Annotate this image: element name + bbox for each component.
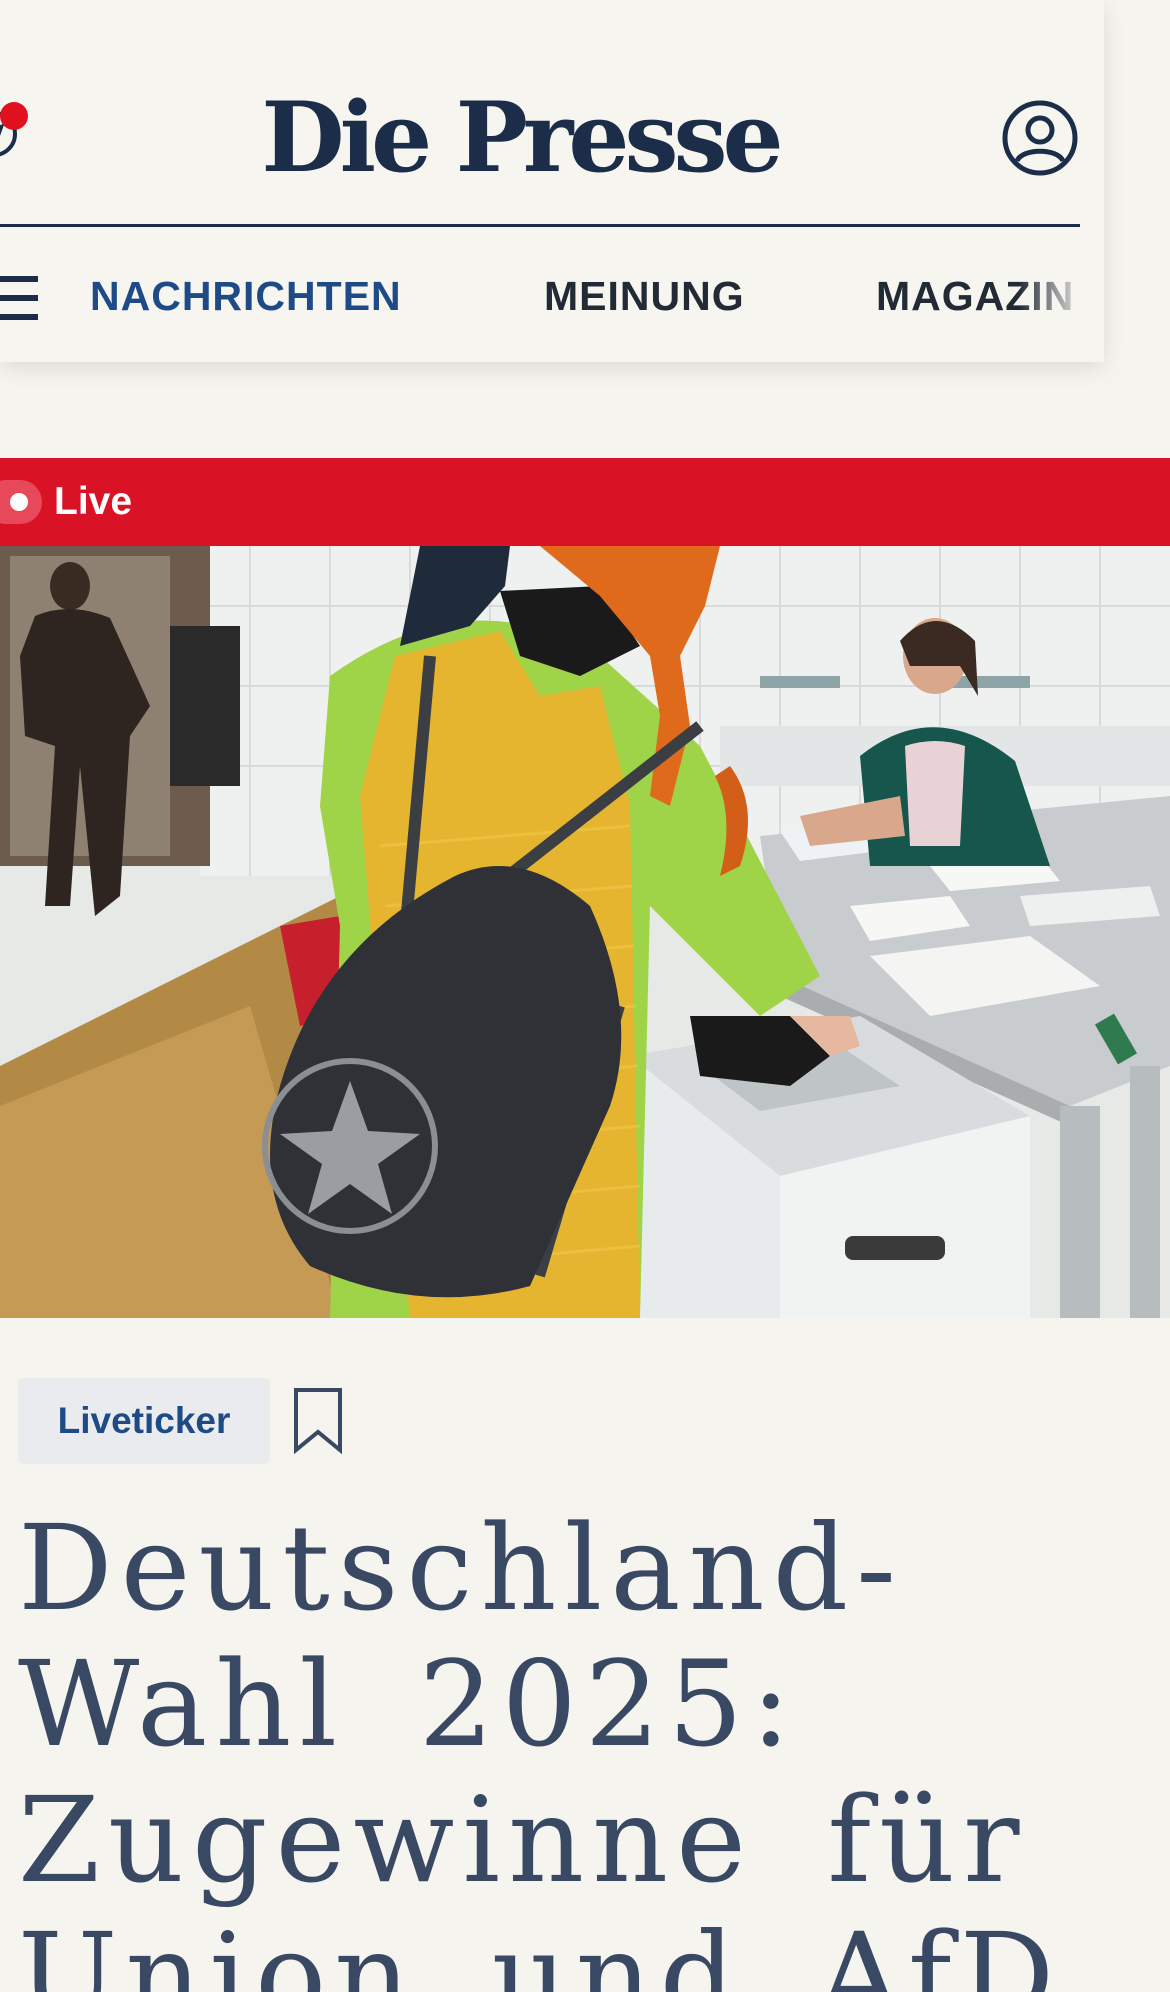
nav-item-magazin[interactable]: MAGAZIN xyxy=(876,272,1080,320)
live-indicator xyxy=(0,480,42,524)
liveticker-tag[interactable]: Liveticker xyxy=(18,1378,270,1464)
nav-item-meinung[interactable]: MEINUNG xyxy=(544,272,745,320)
article-headline: Deutschland-Wahl 2025: Zugewinne für Uni… xyxy=(18,1499,1063,1992)
voter-at-ballot-box-photo xyxy=(0,546,1170,1318)
bookmark-icon[interactable] xyxy=(290,1386,346,1456)
hero-image[interactable] xyxy=(0,546,1170,1318)
user-icon[interactable] xyxy=(1000,98,1080,178)
site-logo[interactable]: Die Presse xyxy=(0,78,1040,198)
page: Die Presse NACHRICHTEN MEINUNG MAGAZIN L… xyxy=(0,0,1170,1992)
hamburger-menu-icon[interactable] xyxy=(0,270,40,326)
live-banner[interactable]: Live xyxy=(0,458,1170,546)
header-divider xyxy=(0,224,1080,227)
top-strip xyxy=(0,0,1104,70)
site-header: Die Presse NACHRICHTEN MEINUNG MAGAZIN xyxy=(0,0,1104,362)
nav-item-nachrichten[interactable]: NACHRICHTEN xyxy=(90,272,402,320)
live-dot-icon xyxy=(10,493,28,511)
live-label: Live xyxy=(54,480,133,523)
